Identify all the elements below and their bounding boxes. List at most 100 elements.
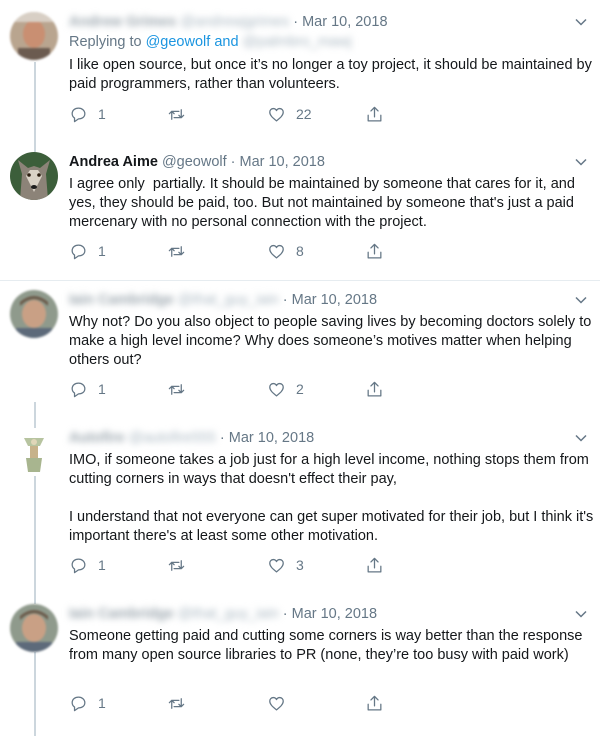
heart-icon xyxy=(269,244,284,258)
tweet-date[interactable]: Mar 10, 2018 xyxy=(239,154,324,170)
tweet-date[interactable]: Mar 10, 2018 xyxy=(292,292,377,308)
retweet-icon xyxy=(168,108,185,120)
like-button[interactable]: 2 xyxy=(267,379,304,399)
author-name[interactable]: Iain Cambridge xyxy=(69,292,174,308)
chevron-down-icon[interactable] xyxy=(575,294,587,306)
author-handle[interactable]: @that_guy_iain xyxy=(178,606,279,622)
reply-icon xyxy=(71,696,86,711)
tweet[interactable]: Iain Cambridge @that_guy_iain · Mar 10, 20… xyxy=(0,604,600,734)
author-handle[interactable]: @andrewjgrimes xyxy=(180,14,289,30)
reply-icon xyxy=(71,107,86,122)
author-handle[interactable]: @autofire555 xyxy=(129,430,216,446)
share-button[interactable] xyxy=(365,104,384,124)
like-count: 8 xyxy=(296,243,304,259)
chevron-down-icon[interactable] xyxy=(575,432,587,444)
share-button[interactable] xyxy=(365,241,384,261)
tweet-text: IMO, if someone takes a job just for a h… xyxy=(69,452,594,544)
like-count: 2 xyxy=(296,381,304,397)
like-button[interactable]: 3 xyxy=(267,555,304,575)
tweet-date[interactable]: Mar 10, 2018 xyxy=(292,606,377,622)
author-name[interactable]: Andrea Aime xyxy=(69,154,158,170)
avatar[interactable] xyxy=(10,152,58,200)
retweet-button[interactable] xyxy=(167,104,196,124)
tweet-header: Iain Cambridge @that_guy_iain · Mar 10, 20… xyxy=(69,604,377,624)
share-button[interactable] xyxy=(365,379,384,399)
author-name[interactable]: Iain Cambridge xyxy=(69,606,174,622)
separator-dot: · xyxy=(293,14,299,30)
tweet[interactable]: Andrew Grimes @andrewjgrimes · Mar 10, 201… xyxy=(0,12,600,142)
tweet-header: Andrew Grimes @andrewjgrimes · Mar 10, 201… xyxy=(69,12,388,32)
reply-count: 1 xyxy=(98,106,106,122)
retweet-button[interactable] xyxy=(167,379,196,399)
reply-button[interactable]: 1 xyxy=(69,693,106,713)
retweet-icon xyxy=(168,697,185,709)
heart-icon xyxy=(269,696,284,710)
tweet-actions: 1 8 xyxy=(69,241,399,261)
heart-icon xyxy=(269,558,284,572)
heart-icon xyxy=(269,382,284,396)
divider xyxy=(0,280,600,281)
reply-and: and xyxy=(214,34,239,50)
tweet[interactable]: Andrea Aime @geowolf · Mar 10, 2018 I agre… xyxy=(0,152,600,282)
share-icon xyxy=(367,557,382,572)
share-icon xyxy=(367,106,382,121)
retweet-icon xyxy=(168,245,185,257)
tweet-actions: 1 2 xyxy=(69,379,399,399)
like-button[interactable]: 8 xyxy=(267,241,304,261)
reply-mention[interactable]: @geowolf xyxy=(146,34,211,50)
separator-dot: · xyxy=(282,606,288,622)
reply-mention[interactable]: @palmbro_mawj xyxy=(243,34,352,50)
reply-icon xyxy=(71,244,86,259)
retweet-button[interactable] xyxy=(167,241,196,261)
separator-dot: · xyxy=(219,430,225,446)
tweet-header: Andrea Aime @geowolf · Mar 10, 2018 xyxy=(69,152,325,172)
like-count: 22 xyxy=(296,106,312,122)
avatar[interactable] xyxy=(10,604,58,652)
reply-icon xyxy=(71,558,86,573)
author-name[interactable]: Autofire xyxy=(69,430,125,446)
tweet-date[interactable]: Mar 10, 2018 xyxy=(229,430,314,446)
reply-button[interactable]: 1 xyxy=(69,379,106,399)
reply-button[interactable]: 1 xyxy=(69,555,106,575)
chevron-down-icon[interactable] xyxy=(575,156,587,168)
tweet-text: I agree only partially. It should be mai… xyxy=(69,176,579,230)
replying-to: Replying to @geowolf and @palmbro_mawj xyxy=(69,34,352,50)
replying-prefix: Replying to xyxy=(69,34,142,50)
tweet-text: Someone getting paid and cutting some co… xyxy=(69,628,587,663)
reply-button[interactable]: 1 xyxy=(69,104,106,124)
tweet-date[interactable]: Mar 10, 2018 xyxy=(302,14,387,30)
retweet-icon xyxy=(168,559,185,571)
share-icon xyxy=(367,695,382,710)
reply-count: 1 xyxy=(98,557,106,573)
share-icon xyxy=(367,381,382,396)
avatar[interactable] xyxy=(10,12,58,60)
reply-count: 1 xyxy=(98,381,106,397)
author-handle[interactable]: @that_guy_iain xyxy=(178,292,279,308)
reply-icon xyxy=(71,382,86,397)
tweet-text: I like open source, but once it’s no lon… xyxy=(69,57,596,92)
tweet-text: Why not? Do you also object to people sa… xyxy=(69,314,596,368)
retweet-icon xyxy=(168,383,185,395)
tweet-actions: 1 xyxy=(69,693,399,713)
chevron-down-icon[interactable] xyxy=(575,608,587,620)
tweet-actions: 1 3 xyxy=(69,555,399,575)
avatar[interactable] xyxy=(10,428,58,476)
reply-button[interactable]: 1 xyxy=(69,241,106,261)
share-button[interactable] xyxy=(365,555,384,575)
separator-dot: · xyxy=(282,292,288,308)
reply-count: 1 xyxy=(98,243,106,259)
like-count: 3 xyxy=(296,557,304,573)
share-button[interactable] xyxy=(365,693,384,713)
retweet-button[interactable] xyxy=(167,693,196,713)
share-icon xyxy=(367,243,382,258)
tweet[interactable]: Autofire @autofire555 · Mar 10, 2018 IMO, … xyxy=(0,428,600,578)
author-handle[interactable]: @geowolf xyxy=(162,154,227,170)
chevron-down-icon[interactable] xyxy=(575,16,587,28)
like-button[interactable] xyxy=(267,693,296,713)
like-button[interactable]: 22 xyxy=(267,104,312,124)
separator-dot: · xyxy=(230,154,236,170)
tweet[interactable]: Iain Cambridge @that_guy_iain · Mar 10, 20… xyxy=(0,290,600,420)
author-name[interactable]: Andrew Grimes xyxy=(69,14,176,30)
retweet-button[interactable] xyxy=(167,555,196,575)
avatar[interactable] xyxy=(10,290,58,338)
